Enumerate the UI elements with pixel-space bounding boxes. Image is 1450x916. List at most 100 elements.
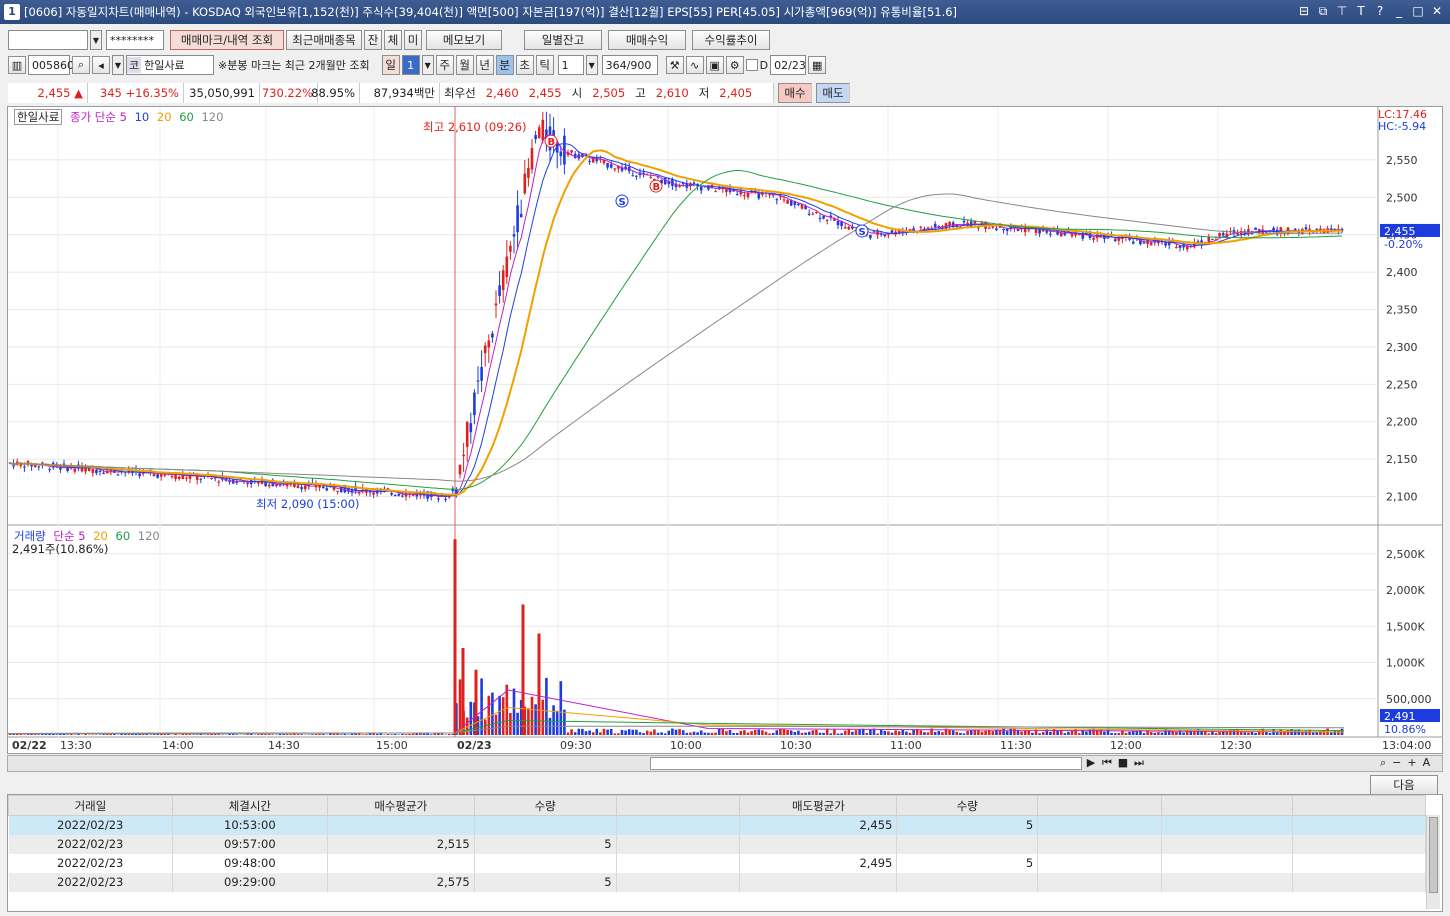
count-input[interactable]: 364/900: [601, 55, 658, 75]
price-summary: 최우선 2,460 2,455 시 2,505 고 2,610 저 2,405: [440, 83, 774, 103]
text-icon[interactable]: T: [1354, 3, 1368, 19]
col-exec-time[interactable]: 체결시간: [171, 795, 328, 816]
zoom-in-icon[interactable]: +: [1407, 756, 1416, 770]
sell-button[interactable]: 매도: [816, 83, 850, 103]
period-week-button[interactable]: 주: [435, 55, 454, 75]
chart-panel[interactable]: 2,5502,5002,4502,4002,3502,3002,2502,200…: [7, 106, 1443, 754]
save-icon[interactable]: ▣: [705, 56, 724, 74]
table-row[interactable]: 2022/02/23 10:53:00 2,455 5: [8, 815, 1426, 835]
scroll-right-icon[interactable]: ▶: [1084, 756, 1098, 770]
period-year-button[interactable]: 년: [475, 55, 494, 75]
layout-icon[interactable]: ▥: [8, 56, 26, 74]
speaker-icon[interactable]: ◂: [92, 56, 110, 74]
copy-window-icon[interactable]: ⧉: [1316, 3, 1330, 19]
next-button[interactable]: 다음: [1370, 775, 1438, 795]
interval-input[interactable]: 1: [557, 55, 584, 75]
gear-icon[interactable]: ⚙: [725, 56, 744, 74]
volume-tick-label: 1,000K: [1386, 657, 1425, 670]
return-trend-button[interactable]: 수익률추이: [692, 30, 770, 50]
trade-profit-button[interactable]: 매매수익: [608, 30, 686, 50]
period-second-button[interactable]: 초: [515, 55, 534, 75]
candle-body: [1002, 228, 1005, 231]
restore-layout-icon[interactable]: ⊟: [1297, 3, 1311, 19]
stock-name-box[interactable]: 코 한일사료: [126, 55, 214, 75]
recent-traded-button[interactable]: 최근매매종목: [286, 30, 362, 50]
table-vscroll[interactable]: [1426, 815, 1440, 909]
x-tick-label: 10:00: [670, 739, 702, 752]
table-row[interactable]: 2022/02/23 09:48:00 2,495 5: [8, 853, 1426, 873]
maximize-icon[interactable]: □: [1411, 3, 1425, 19]
chart-svg[interactable]: 2,5502,5002,4502,4002,3502,3002,2502,200…: [7, 107, 1442, 753]
memo-view-button[interactable]: 메모보기: [426, 30, 502, 50]
volume-bar: [1182, 732, 1185, 735]
candle-body: [491, 333, 494, 338]
filled-button[interactable]: 체: [384, 30, 402, 50]
col-blank-1[interactable]: [615, 795, 741, 816]
volume-bar: [318, 733, 321, 735]
search-icon[interactable]: ⌕: [72, 56, 90, 74]
period-minute-button[interactable]: 분: [495, 55, 514, 75]
date-checkbox[interactable]: [745, 59, 758, 71]
date-input[interactable]: 02/23: [770, 55, 807, 75]
volume-bar: [267, 733, 271, 735]
volume-bar: [660, 732, 663, 735]
unfilled-button[interactable]: 미: [404, 30, 422, 50]
volume-bar: [41, 734, 44, 735]
zoom-out-icon[interactable]: −: [1392, 756, 1401, 770]
account-dropdown[interactable]: ▼: [90, 30, 102, 50]
trade-mark-query-button[interactable]: 매매마크/내역 조회: [170, 30, 284, 50]
calendar-icon[interactable]: ▦: [808, 56, 827, 74]
volume-bar: [66, 734, 69, 735]
period-tick-button[interactable]: 틱: [535, 55, 554, 75]
period-day-button[interactable]: 일: [381, 55, 400, 75]
volume-bar: [933, 732, 937, 735]
period-value[interactable]: 1: [401, 55, 420, 75]
balance-button[interactable]: 잔: [364, 30, 382, 50]
volume-bar: [1067, 731, 1070, 735]
col-sell-avg[interactable]: 매도평균가: [739, 795, 898, 816]
stop-icon[interactable]: ■: [1116, 756, 1130, 770]
volume-bar: [789, 730, 793, 735]
chart-tools-icon[interactable]: ⚒: [665, 56, 684, 74]
period-dropdown[interactable]: ▼: [421, 55, 434, 75]
col-blank-4[interactable]: [1292, 795, 1426, 816]
speaker-dropdown[interactable]: ▼: [112, 55, 124, 75]
volume-bar: [379, 733, 383, 735]
volume-bar: [951, 730, 955, 735]
table-vscroll-thumb[interactable]: [1429, 817, 1438, 893]
help-icon[interactable]: ?: [1373, 3, 1387, 19]
candle-body: [185, 477, 188, 479]
drawing-icon[interactable]: ∿: [685, 56, 704, 74]
daily-balance-button[interactable]: 일별잔고: [524, 30, 602, 50]
account-input[interactable]: [8, 30, 88, 50]
col-trade-date[interactable]: 거래일: [8, 795, 173, 816]
scroll-thumb[interactable]: [650, 757, 1082, 770]
volume-bar: [156, 733, 159, 735]
moving-average-line: [9, 143, 1343, 497]
col-blank-2[interactable]: [1037, 795, 1163, 816]
table-row[interactable]: 2022/02/23 09:57:00 2,515 5: [8, 834, 1426, 854]
col-blank-3[interactable]: [1161, 795, 1294, 816]
chart-scrollbar[interactable]: ▶ ⏮ ■ ⏭ ⌕ − + A: [7, 755, 1443, 772]
volume-bar: [372, 733, 375, 735]
candle-body: [1218, 233, 1221, 237]
col-buy-avg[interactable]: 매수평균가: [326, 795, 475, 816]
volume-bar: [494, 714, 498, 735]
jump-start-icon[interactable]: ⏮: [1100, 756, 1114, 770]
volume-bar: [890, 732, 894, 735]
col-buy-qty[interactable]: 수량: [473, 795, 617, 816]
password-field[interactable]: ********: [106, 30, 164, 50]
table-row[interactable]: 2022/02/23 09:29:00 2,575 5: [8, 872, 1426, 892]
pin-icon[interactable]: ⊤: [1335, 3, 1349, 19]
font-size-icon[interactable]: A: [1423, 756, 1431, 770]
zoom-search-icon[interactable]: ⌕: [1380, 756, 1386, 770]
jump-end-icon[interactable]: ⏭: [1132, 756, 1146, 770]
minimize-icon[interactable]: _: [1392, 3, 1406, 19]
period-month-button[interactable]: 월: [455, 55, 474, 75]
table-cell: 5: [474, 872, 617, 892]
buy-button[interactable]: 매수: [778, 83, 812, 103]
interval-dropdown[interactable]: ▼: [585, 55, 598, 75]
col-sell-qty[interactable]: 수량: [896, 795, 1039, 816]
close-icon[interactable]: ✕: [1430, 3, 1444, 19]
stock-code-input[interactable]: 005860: [28, 55, 74, 75]
